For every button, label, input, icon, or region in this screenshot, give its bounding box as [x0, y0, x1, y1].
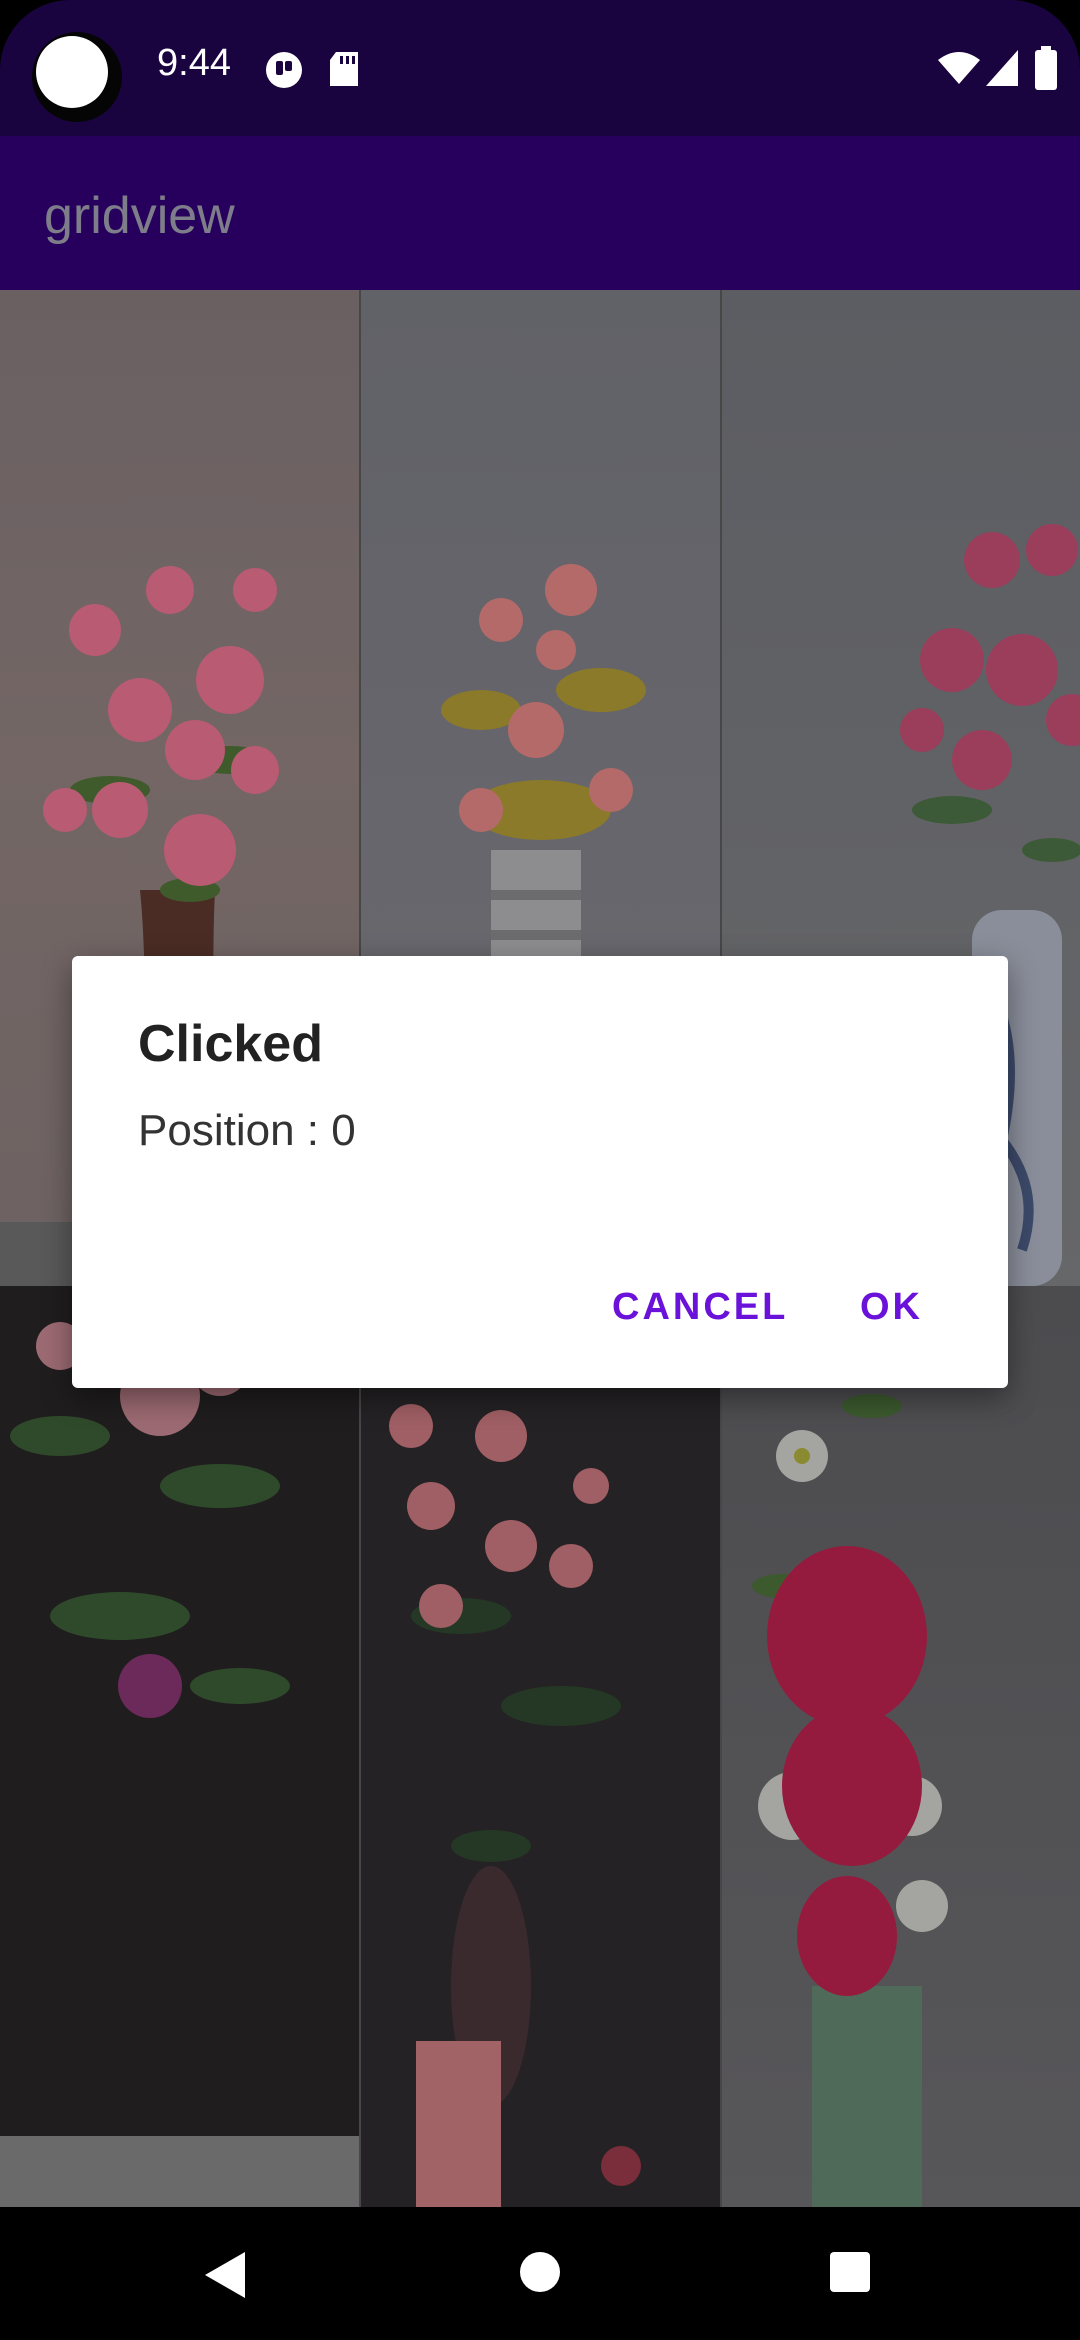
- flower-image-roses-dark: [10, 1316, 290, 1718]
- notification-app-icon: [266, 52, 302, 88]
- dialog-title: Clicked: [138, 1015, 323, 1073]
- flower-image-roses-vase-dark: [389, 1326, 641, 2207]
- grid-item-3[interactable]: [0, 1286, 359, 2136]
- recents-icon[interactable]: [830, 2252, 870, 2292]
- device-screen: 9:44 gridview Clicked Position: 0 CANCE…: [0, 0, 1080, 2340]
- home-icon[interactable]: [520, 2252, 560, 2292]
- wifi-icon: [938, 52, 980, 84]
- status-time: 9:44: [157, 42, 231, 84]
- flower-image-red-peony-daisies: [752, 1316, 948, 2207]
- signal-icon: [986, 50, 1018, 86]
- dialog-message: Position : 0: [138, 1106, 356, 1155]
- sd-card-icon: [330, 52, 358, 86]
- ok-button[interactable]: OK: [860, 1286, 923, 1329]
- back-icon[interactable]: [203, 2250, 247, 2300]
- grid-item-5[interactable]: [722, 1286, 1080, 2207]
- camera-lens: [36, 36, 108, 108]
- battery-icon: [1035, 46, 1057, 90]
- alert-dialog: Clicked Position : 0 CANCEL OK: [72, 956, 1008, 1388]
- grid-item-3-caption-area: [0, 2136, 359, 2207]
- grid-item-4[interactable]: [361, 1286, 720, 2207]
- cancel-button[interactable]: CANCEL: [612, 1286, 788, 1329]
- app-title: gridview: [44, 187, 235, 245]
